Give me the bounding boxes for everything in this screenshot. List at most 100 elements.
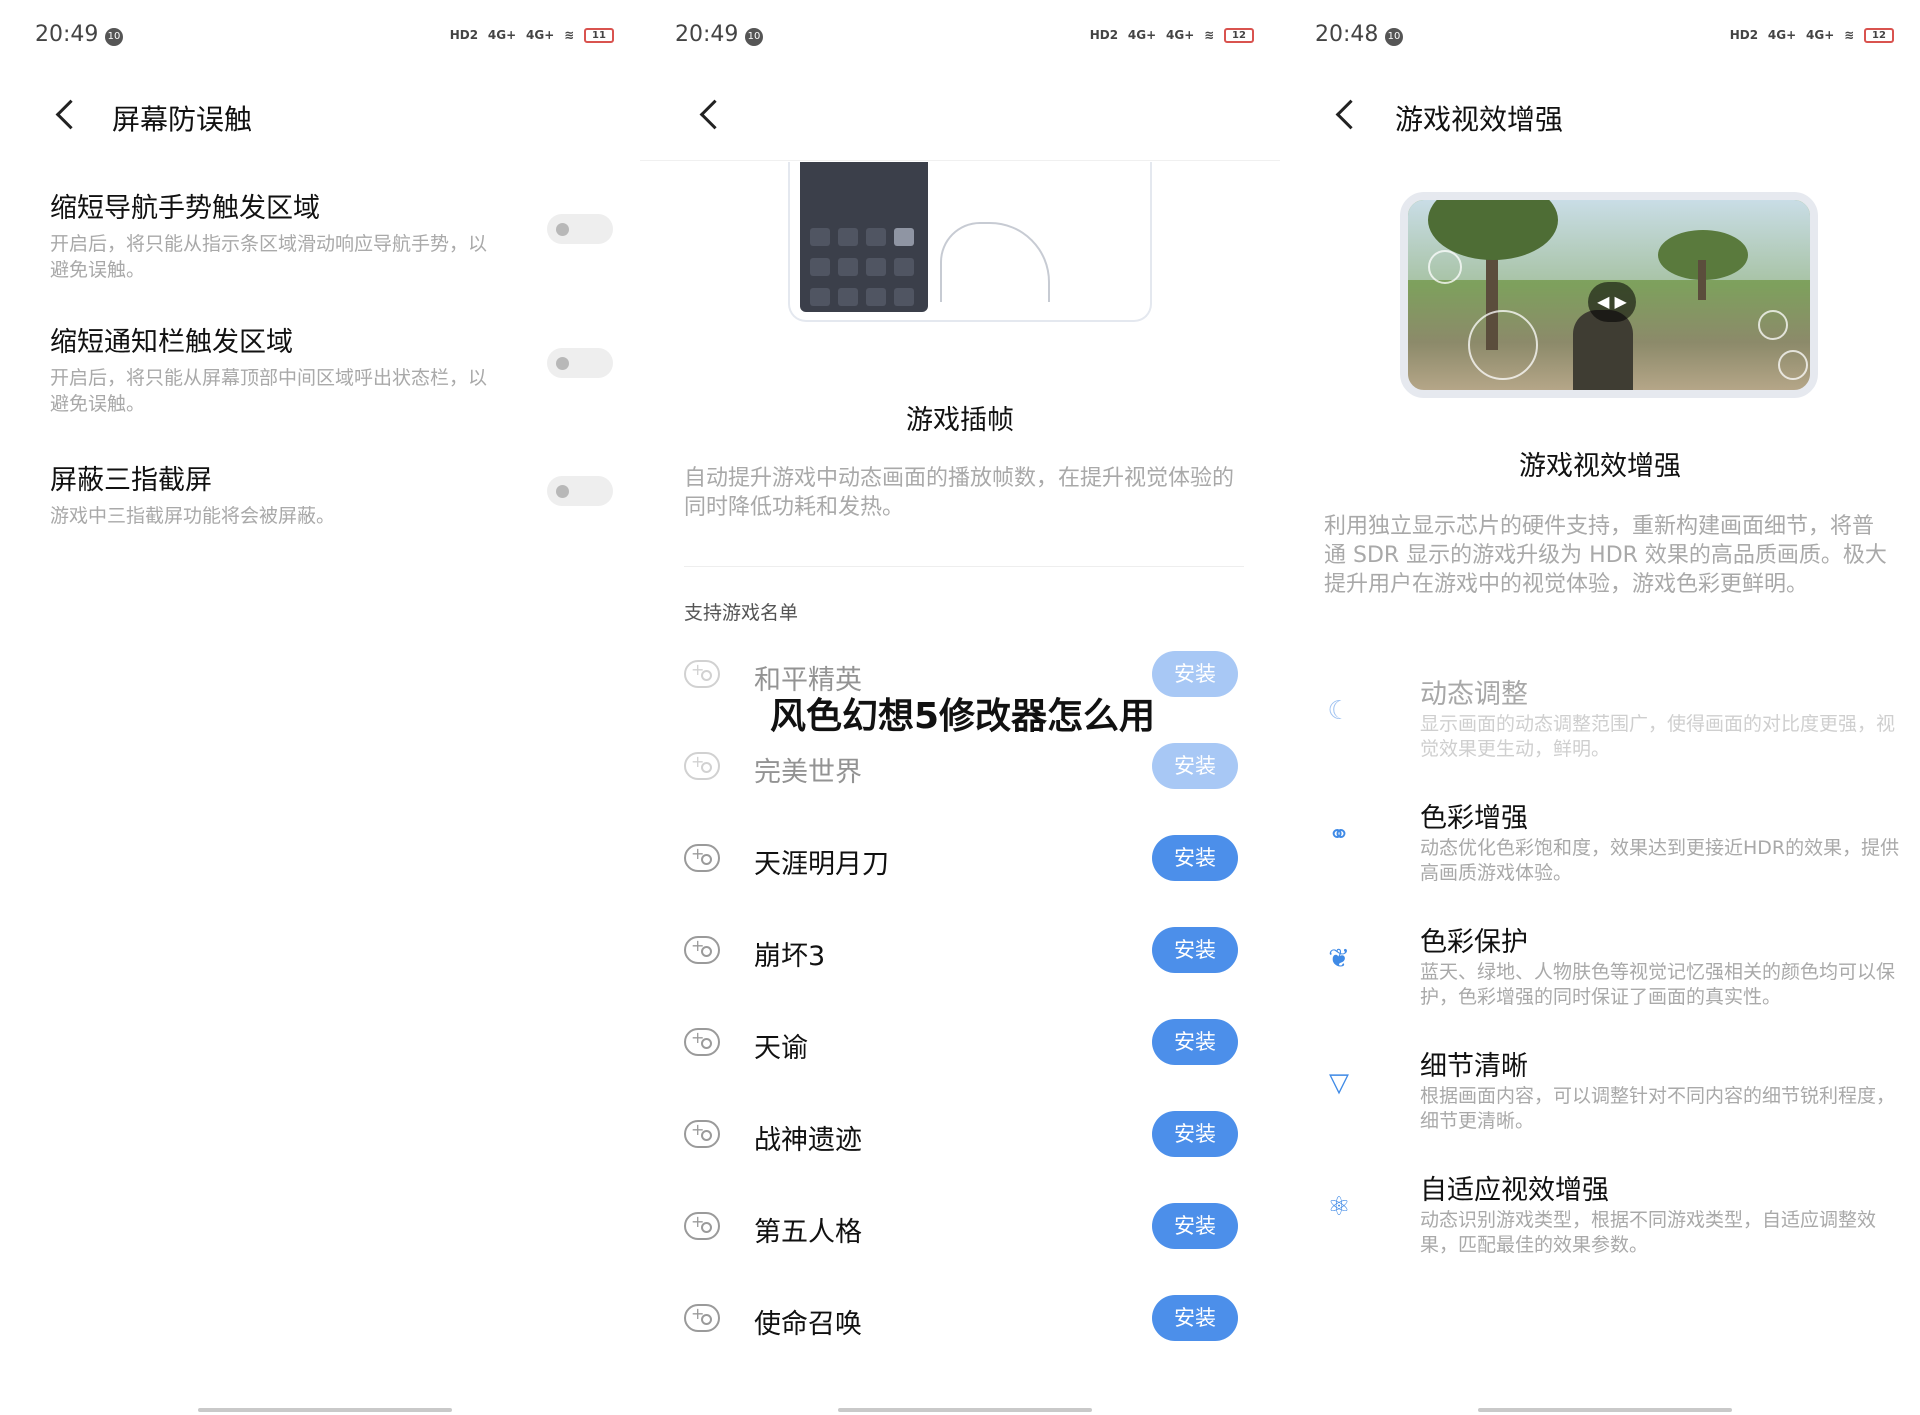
status-bar: 20:49 10 HD2 4G+ 4G+ ≋ 11 — [0, 0, 640, 72]
install-button[interactable]: 安装 — [1152, 651, 1238, 697]
setting-title: 缩短导航手势触发区域 — [50, 193, 320, 224]
game-list-item: 使命召唤 安装 — [684, 1292, 1244, 1352]
install-button[interactable]: 安装 — [1152, 1019, 1238, 1065]
arrows-icon: ◀ ▶ — [1588, 282, 1636, 322]
install-button[interactable]: 安装 — [1152, 743, 1238, 789]
setting-title: 屏蔽三指截屏 — [50, 465, 212, 496]
feature-item-desc: 动态识别游戏类型，根据不同游戏类型，自适应调整效果，匹配最佳的效果参数。 — [1420, 1209, 1877, 1256]
wifi-icon: ≋ — [1844, 28, 1855, 42]
game-name: 使命召唤 — [754, 1309, 862, 1340]
signal-icon: 4G+ — [1127, 28, 1157, 42]
status-icons: HD2 4G+ 4G+ ≋ 12 — [1724, 28, 1894, 43]
status-time: 20:48 — [1315, 22, 1379, 47]
toggle-switch[interactable] — [547, 476, 613, 506]
notification-badge: 10 — [105, 28, 123, 46]
soldier-figure — [1573, 310, 1633, 390]
toggle-switch[interactable] — [547, 348, 613, 378]
game-name: 崩坏3 — [754, 941, 826, 972]
battery-icon: 12 — [1224, 28, 1254, 43]
game-list-item: 战神遗迹 安装 — [684, 1108, 1244, 1168]
panel-screen-anti-touch: 20:49 10 HD2 4G+ 4G+ ≋ 11 屏幕防误触 缩短导航手势触发… — [0, 0, 640, 1415]
game-name: 天谕 — [754, 1033, 808, 1064]
game-list-item: 完美世界 安装 — [684, 740, 1244, 800]
signal-icon: 4G+ — [1166, 28, 1195, 42]
hd-icon: HD2 — [1089, 28, 1119, 42]
nav-bar — [640, 80, 1280, 150]
game-name: 战神遗迹 — [754, 1125, 862, 1156]
setting-item[interactable]: 屏蔽三指截屏 游戏中三指截屏功能将会被屏蔽。 — [50, 458, 613, 529]
install-button[interactable]: 安装 — [1152, 835, 1238, 881]
divider — [684, 566, 1244, 567]
gamepad-icon — [684, 660, 720, 688]
leaf-icon: ❦ — [1328, 944, 1350, 974]
status-time: 20:49 — [675, 22, 739, 47]
feature-item-desc: 动态优化色彩饱和度，效果达到更接近HDR的效果，提供高画质游戏体验。 — [1420, 837, 1900, 884]
notification-badge: 10 — [1385, 28, 1403, 46]
page-title: 屏幕防误触 — [112, 103, 253, 136]
battery-icon: 12 — [1864, 28, 1894, 43]
screenshot-collage: 20:49 10 HD2 4G+ 4G+ ≋ 11 屏幕防误触 缩短导航手势触发… — [0, 0, 1920, 1415]
signal-icon: 4G+ — [1806, 28, 1835, 42]
install-button[interactable]: 安装 — [1152, 1203, 1238, 1249]
wifi-icon: ≋ — [1204, 28, 1215, 42]
install-button[interactable]: 安装 — [1152, 927, 1238, 973]
back-button[interactable] — [52, 100, 80, 128]
feature-description: 自动提升游戏中动态画面的播放帧数，在提升视觉体验的同时降低功耗和发热。 — [684, 466, 1235, 520]
back-button[interactable] — [1332, 100, 1360, 128]
setting-desc: 游戏中三指截屏功能将会被屏蔽。 — [50, 505, 336, 527]
gamepad-icon — [684, 752, 720, 780]
wifi-icon: ≋ — [564, 28, 575, 42]
game-list-item: 第五人格 安装 — [684, 1200, 1244, 1260]
battery-icon: 11 — [584, 28, 614, 43]
hand-icon — [940, 222, 1050, 302]
home-indicator[interactable] — [198, 1408, 452, 1412]
game-list-item: 崩坏3 安装 — [684, 924, 1244, 984]
panel-game-visual-enhancement: 20:48 10 HD2 4G+ 4G+ ≋ 12 游戏视效增强 ◀ ▶ 游戏视… — [1280, 0, 1920, 1415]
game-name: 天涯明月刀 — [754, 849, 889, 880]
nav-bar: 屏幕防误触 — [0, 80, 640, 150]
hd-icon: HD2 — [1729, 28, 1759, 42]
color-circles-icon: ⚭ — [1328, 820, 1350, 850]
status-time: 20:49 — [35, 22, 99, 47]
gamepad-icon — [684, 1212, 720, 1240]
feature-description: 利用独立显示芯片的硬件支持，重新构建画面细节，将普通 SDR 显示的游戏升级为 … — [1324, 514, 1887, 597]
home-indicator[interactable] — [1478, 1408, 1732, 1412]
signal-icon: 4G+ — [487, 28, 517, 42]
back-button[interactable] — [696, 100, 724, 128]
game-list-item: 天涯明月刀 安装 — [684, 832, 1244, 892]
setting-desc: 开启后，将只能从指示条区域滑动响应导航手势，以避免误触。 — [50, 233, 488, 281]
notification-badge: 10 — [745, 28, 763, 46]
install-button[interactable]: 安装 — [1152, 1295, 1238, 1341]
game-screenshot-illustration: ◀ ▶ — [1400, 192, 1818, 398]
watermark-caption: 风色幻想5修改器怎么用 — [770, 696, 1156, 737]
keypad-graphic — [800, 162, 928, 312]
gamepad-icon — [684, 844, 720, 872]
game-name: 完美世界 — [754, 757, 862, 788]
setting-title: 缩短通知栏触发区域 — [50, 327, 293, 358]
feature-item-title: 色彩增强 — [1420, 803, 1528, 834]
gamepad-icon — [684, 936, 720, 964]
hd-icon: HD2 — [449, 28, 479, 42]
home-indicator[interactable] — [838, 1408, 1092, 1412]
install-button[interactable]: 安装 — [1152, 1111, 1238, 1157]
game-name: 第五人格 — [754, 1217, 862, 1248]
section-label: 支持游戏名单 — [684, 602, 799, 624]
game-list-item: 天谕 安装 — [684, 1016, 1244, 1076]
header-divider — [640, 160, 1280, 161]
gamepad-icon — [684, 1028, 720, 1056]
signal-icon: 4G+ — [526, 28, 555, 42]
feature-item-title: 动态调整 — [1420, 679, 1528, 710]
setting-desc: 开启后，将只能从屏幕顶部中间区域呼出状态栏，以避免误触。 — [50, 367, 488, 415]
status-icons: HD2 4G+ 4G+ ≋ 12 — [1084, 28, 1254, 43]
toggle-switch[interactable] — [547, 214, 613, 244]
gamepad-icon — [684, 1304, 720, 1332]
setting-item[interactable]: 缩短通知栏触发区域 开启后，将只能从屏幕顶部中间区域呼出状态栏，以避免误触。 — [50, 320, 613, 417]
feature-item-title: 自适应视效增强 — [1420, 1175, 1609, 1206]
feature-item-desc: 根据画面内容，可以调整针对不同内容的细节锐利程度，细节更清晰。 — [1420, 1085, 1896, 1132]
feature-item-desc: 蓝天、绿地、人物肤色等视觉记忆强相关的颜色均可以保护，色彩增强的同时保证了画面的… — [1420, 961, 1896, 1008]
frame-interpolation-illustration — [788, 162, 1152, 322]
setting-item[interactable]: 缩短导航手势触发区域 开启后，将只能从指示条区域滑动响应导航手势，以避免误触。 — [50, 186, 613, 283]
moon-icon: ☾ — [1327, 696, 1351, 726]
diamond-icon: ▽ — [1329, 1068, 1349, 1098]
feature-item-title: 色彩保护 — [1420, 927, 1528, 958]
